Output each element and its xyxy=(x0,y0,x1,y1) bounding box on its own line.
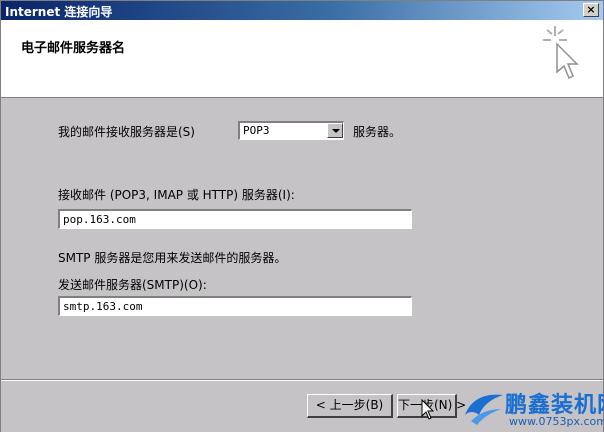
close-icon: × xyxy=(586,3,596,16)
incoming-type-value: POP3 xyxy=(243,124,270,137)
wizard-window: Internet 连接向导 × 电子邮件服务器名 我的邮件接收服务器是(S) P… xyxy=(0,0,604,432)
back-button[interactable]: < 上一步(B) xyxy=(307,394,393,418)
incoming-type-select[interactable]: POP3 xyxy=(238,121,344,140)
wizard-header: 电子邮件服务器名 xyxy=(1,20,603,98)
watermark-logo-icon xyxy=(465,394,503,425)
incoming-type-suffix: 服务器。 xyxy=(353,125,402,139)
incoming-server-label: 接收邮件 (POP3, IMAP 或 HTTP) 服务器(I): xyxy=(58,188,295,202)
page-title: 电子邮件服务器名 xyxy=(21,41,126,56)
incoming-server-input[interactable] xyxy=(58,209,412,229)
title-bar[interactable]: Internet 连接向导 × xyxy=(1,1,603,20)
wizard-sparkle-icon xyxy=(543,26,579,80)
window-title: Internet 连接向导 xyxy=(5,5,113,19)
outgoing-server-label: 发送邮件服务器(SMTP)(O): xyxy=(58,278,207,292)
incoming-type-label: 我的邮件接收服务器是(S) xyxy=(58,125,195,139)
watermark-url: www.0753px.com xyxy=(509,415,604,428)
wizard-body: 我的邮件接收服务器是(S) POP3 服务器。 接收邮件 (POP3, IMAP… xyxy=(1,99,603,379)
close-button[interactable]: × xyxy=(583,3,599,17)
mouse-cursor-icon xyxy=(421,399,435,420)
smtp-note: SMTP 服务器是您用来发送邮件的服务器。 xyxy=(58,251,287,265)
chevron-down-icon[interactable] xyxy=(327,123,343,138)
site-watermark: 鹏鑫装机网 www.0753px.com xyxy=(461,383,604,432)
outgoing-server-input[interactable] xyxy=(58,296,412,316)
